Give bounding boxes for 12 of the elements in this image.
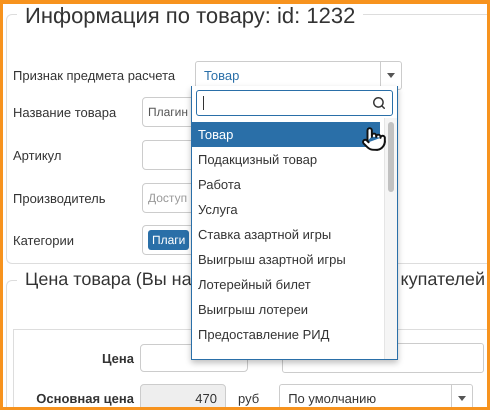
field-label: Артикул: [13, 148, 62, 162]
section-title: Цена товара (Вы на: [25, 269, 192, 290]
field-label: Основная цена: [35, 390, 134, 406]
category-tag: Плаги: [148, 230, 190, 250]
field-label: Производитель: [13, 190, 107, 206]
section-title: Информация по товару: id: 1232: [17, 4, 364, 29]
field-label: Признак предмета расчета: [13, 68, 176, 83]
field-label: Цена: [101, 350, 134, 366]
field-label: Название товара: [13, 104, 118, 120]
field-label: Категории: [13, 232, 75, 248]
section-title: купателей: [400, 269, 485, 290]
currency-unit: руб: [238, 390, 260, 406]
